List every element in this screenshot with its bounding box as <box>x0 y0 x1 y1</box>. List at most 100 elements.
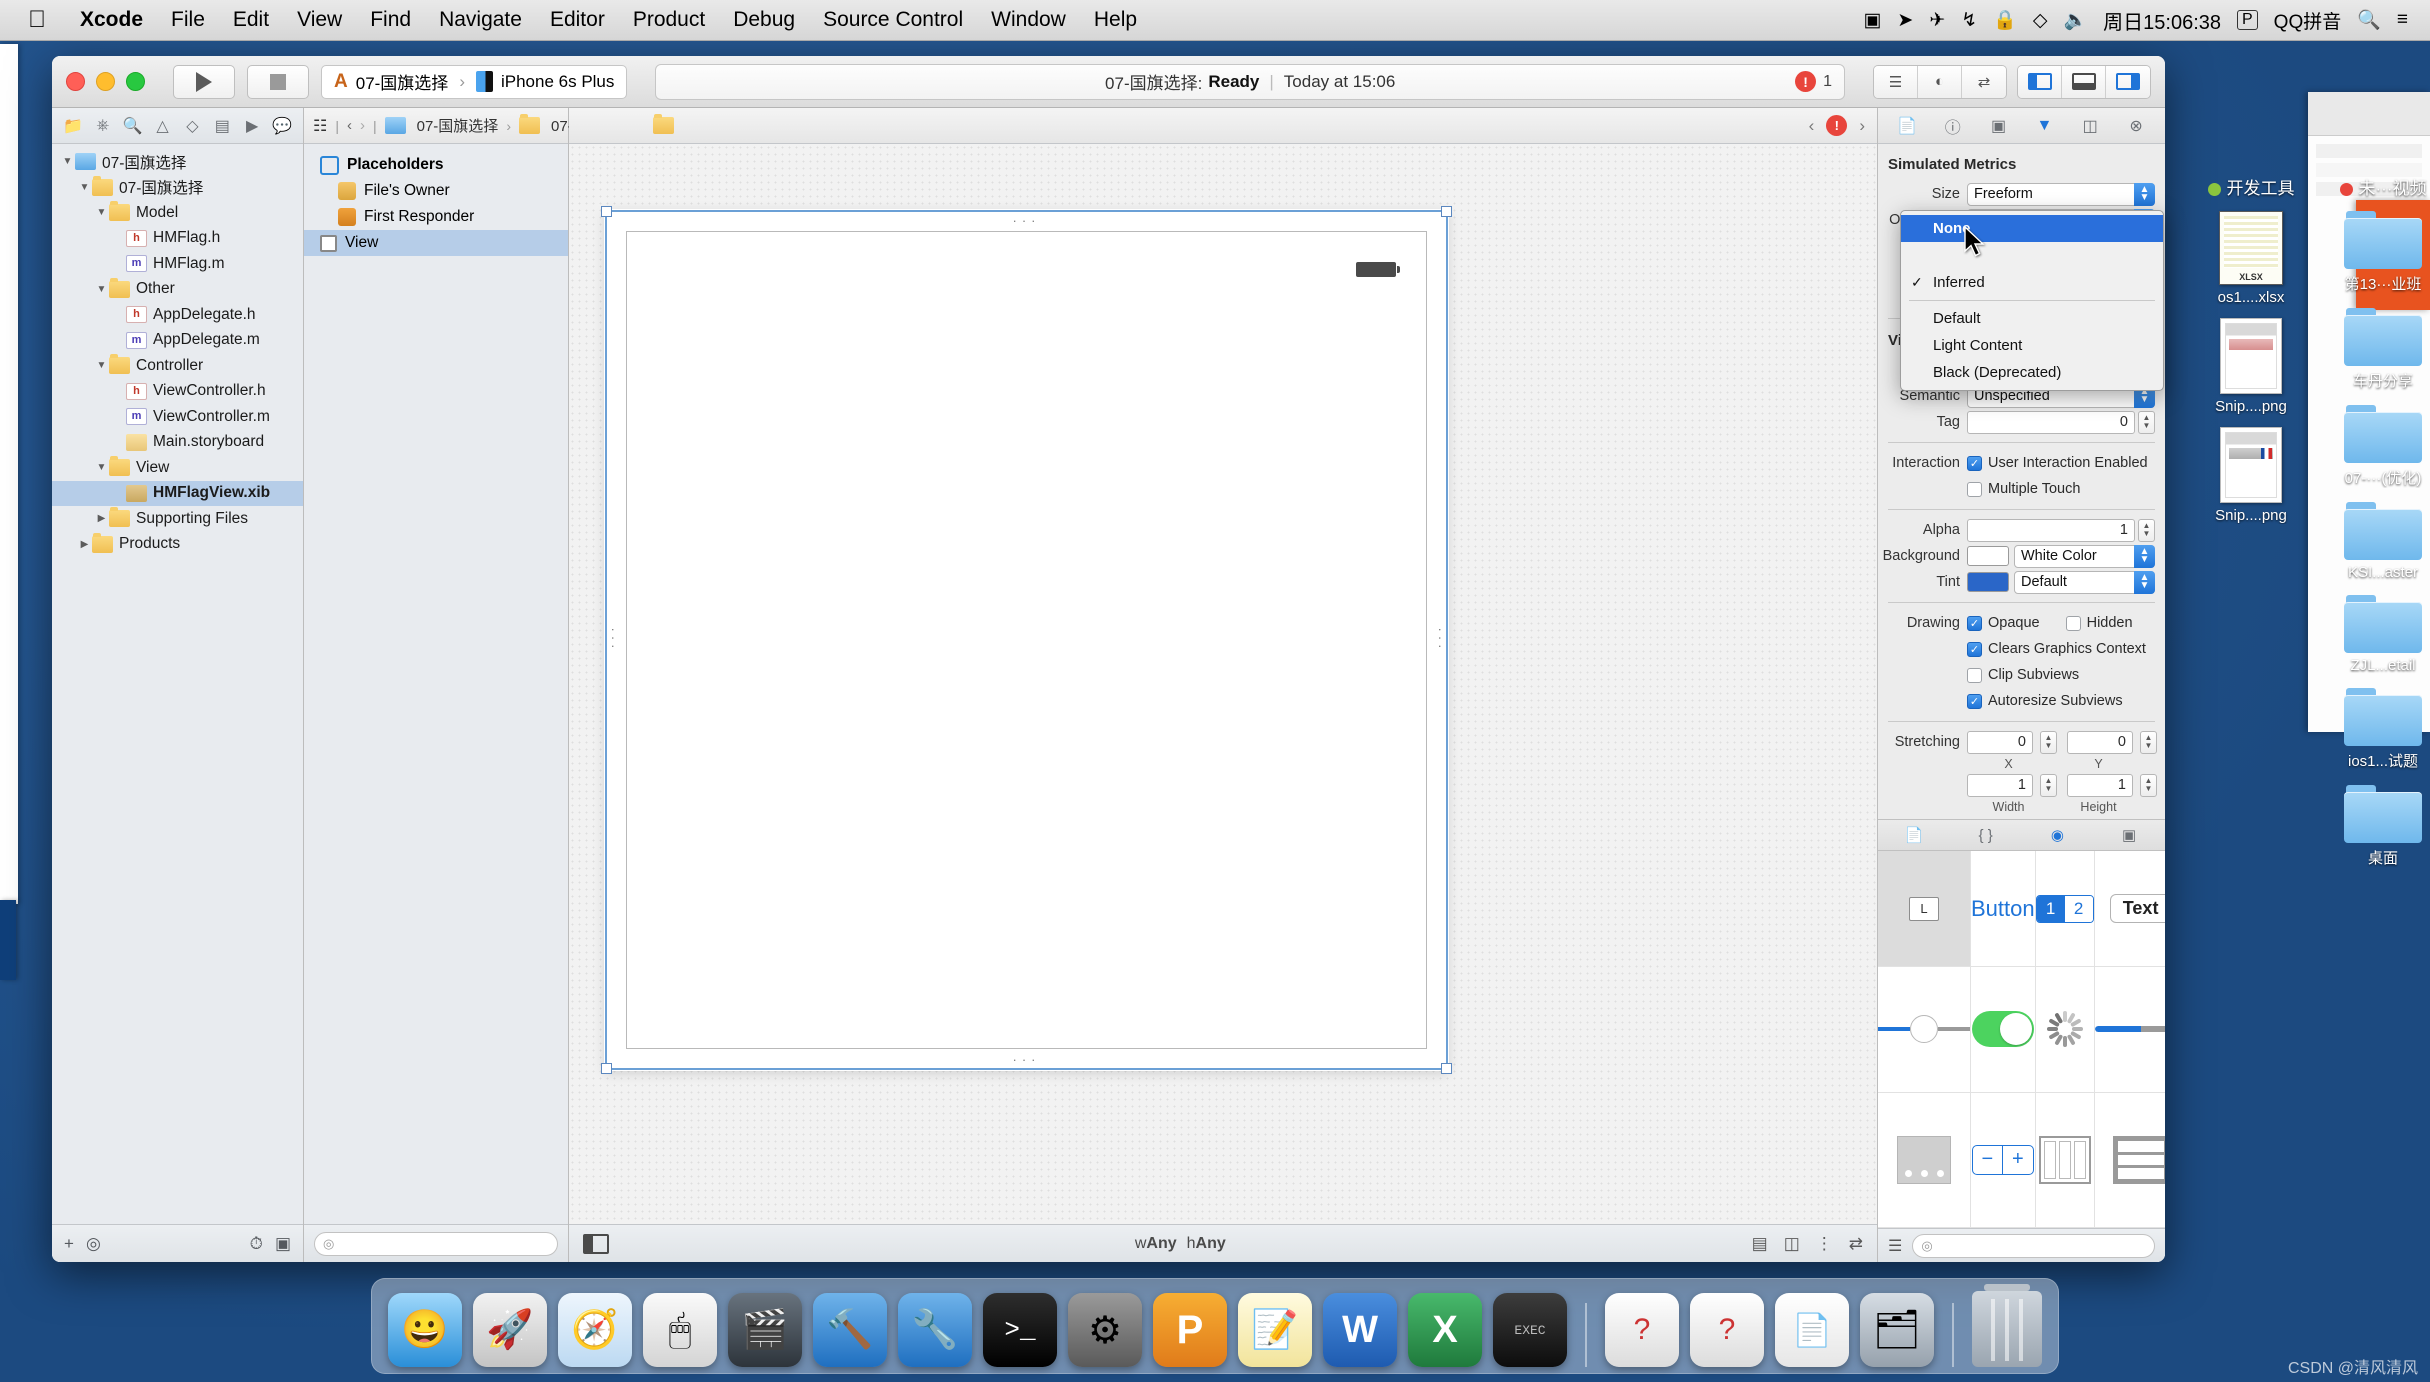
next-issue-button[interactable]: › <box>1859 116 1865 136</box>
breadcrumb-project[interactable]: 07-国旗选择 <box>384 115 498 136</box>
dock-item-terminal[interactable]: >_ <box>983 1293 1057 1367</box>
error-icon[interactable]: ! <box>1826 115 1848 136</box>
stretch-width-input[interactable]: 1 <box>1967 773 2033 797</box>
resize-handle-tr[interactable] <box>1441 206 1452 217</box>
background-color-swatch[interactable] <box>1967 546 2009 566</box>
root-view[interactable] <box>626 231 1427 1049</box>
desktop-tag-unfinished-video[interactable]: 未···视频 <box>2318 174 2430 199</box>
tab-breakpoint-navigator[interactable]: ▶ <box>237 108 267 143</box>
stretch-height-input[interactable]: 1 <box>2067 773 2133 797</box>
close-button[interactable] <box>66 72 85 91</box>
dock-item-safari[interactable]: 🧭 <box>558 1293 632 1367</box>
stretch-x-input[interactable]: 0 <box>1967 730 2033 754</box>
library-item-switch[interactable] <box>1971 967 2036 1093</box>
resize-handle-br[interactable] <box>1441 1063 1452 1074</box>
file-tree-row[interactable]: ▶ Products <box>52 532 303 558</box>
dock-item-sketch[interactable]: P <box>1153 1293 1227 1367</box>
desktop-icon-folder-zjl[interactable]: ZJL...etail <box>2318 595 2430 674</box>
library-item-button[interactable]: Button <box>1971 851 2036 968</box>
desktop-icon-folder-desktop[interactable]: 桌面 <box>2318 785 2430 868</box>
resize-handle-bottom[interactable]: ··· <box>1013 1053 1041 1066</box>
library-item-page-control[interactable] <box>1878 1092 1971 1228</box>
filter-button[interactable]: ◎ <box>86 1234 101 1254</box>
desktop-icon-xlsx[interactable]: XLSX os1....xlsx <box>2186 211 2316 306</box>
tab-source-control-navigator[interactable]: ⎈ <box>88 108 118 143</box>
volume-icon[interactable]: 🔈 <box>2063 8 2087 32</box>
wifi-icon[interactable]: ◇ <box>2033 9 2048 32</box>
pin-button[interactable]: ◫ <box>1784 1234 1800 1254</box>
library-item-segmented-control[interactable]: 12 <box>2035 851 2095 968</box>
input-source-badge[interactable]: P <box>2237 10 2258 30</box>
dock-item-excel[interactable]: X <box>1408 1293 1482 1367</box>
disclosure-triangle-open-icon[interactable]: ▼ <box>94 284 109 295</box>
location-arrow-icon[interactable]: ➤ <box>1897 9 1913 32</box>
size-popup-button[interactable]: Freeform ▲ ▼ <box>1967 182 2155 206</box>
library-item-activity-indicator[interactable] <box>2035 967 2095 1093</box>
library-item-slider[interactable] <box>1878 967 1971 1093</box>
file-tree-row[interactable]: ▼ Model <box>52 200 303 226</box>
status-bar-style-dropdown-menu[interactable]: None ✓ Inferred Default Light Content Bl… <box>1900 210 2164 391</box>
tab-project-navigator[interactable]: 📁 <box>58 108 88 143</box>
resize-handle-right[interactable]: ··· <box>1433 628 1448 653</box>
size-class-selector[interactable]: wAny hAny <box>1135 1235 1226 1253</box>
tag-input[interactable]: 0 <box>1967 410 2135 434</box>
resolve-auto-layout-button[interactable]: ⋮ <box>1816 1234 1833 1254</box>
tab-attributes-inspector[interactable]: ▼ <box>2021 117 2067 135</box>
related-files-icon[interactable]: ☷ <box>313 116 327 136</box>
library-item-label[interactable]: L <box>1878 851 1971 968</box>
menu-item-debug[interactable]: Debug <box>719 8 809 32</box>
tab-object-library[interactable]: ◉ <box>2022 826 2094 844</box>
object-library-grid[interactable]: L Button 12 Text − + <box>1878 851 2165 1228</box>
tab-file-inspector[interactable]: 📄 <box>1884 116 1930 136</box>
tab-code-snippet-library[interactable]: { } <box>1950 827 2022 844</box>
zoom-button[interactable] <box>126 72 145 91</box>
menu-item-edit[interactable]: Edit <box>219 8 283 32</box>
resize-handle-left[interactable]: ··· <box>606 628 621 653</box>
resizing-behavior-button[interactable]: ⇄ <box>1849 1234 1863 1254</box>
dock-item-xcode-beta[interactable]: 🔧 <box>898 1293 972 1367</box>
add-file-button[interactable]: + <box>64 1234 74 1254</box>
tab-report-navigator[interactable]: 💬 <box>267 108 297 143</box>
resize-handle-tl[interactable] <box>601 206 612 217</box>
version-editor-button[interactable]: ⇄ <box>1962 65 2006 98</box>
dropdown-item-black-deprecated[interactable]: Black (Deprecated) <box>1901 359 2163 386</box>
disclosure-triangle-open-icon[interactable]: ▼ <box>94 462 109 473</box>
desktop-icon-folder-class13[interactable]: 第13···业班 <box>2318 211 2430 294</box>
dock-item-downloads-stack[interactable]: 🗂 <box>1860 1293 1934 1367</box>
dock-item-quicktime[interactable]: 🎬 <box>728 1293 802 1367</box>
stop-button[interactable] <box>247 64 309 99</box>
library-filter-input[interactable]: ◎ <box>1912 1233 2155 1258</box>
tab-size-inspector[interactable]: ◫ <box>2067 116 2113 136</box>
file-tree-row[interactable]: HMFlagView.xib <box>52 480 303 506</box>
outline-row-files-owner[interactable]: File's Owner <box>304 178 568 204</box>
menu-item-help[interactable]: Help <box>1080 8 1151 32</box>
assistant-editor-button[interactable]: ◐ <box>1918 65 1962 98</box>
disclosure-triangle-open-icon[interactable]: ▼ <box>94 360 109 371</box>
disclosure-triangle-closed-icon[interactable]: ▶ <box>94 513 109 524</box>
dock-item-exec[interactable]: EXEC <box>1493 1293 1567 1367</box>
file-tree-row[interactable]: ▼ Other <box>52 277 303 303</box>
menu-item-view[interactable]: View <box>283 8 356 32</box>
menu-item-editor[interactable]: Editor <box>536 8 619 32</box>
stretch-y-stepper[interactable]: ▲ ▼ <box>2140 730 2157 754</box>
file-tree-row[interactable]: m HMFlag.m <box>52 251 303 277</box>
dock-item-xcode[interactable]: 🔨 <box>813 1293 887 1367</box>
menu-item-xcode[interactable]: Xcode <box>66 8 157 32</box>
alpha-input[interactable]: 1 <box>1967 518 2135 542</box>
dropdown-item-inferred[interactable]: ✓ Inferred <box>1901 269 2163 296</box>
menu-item-window[interactable]: Window <box>977 8 1080 32</box>
stretch-y-input[interactable]: 0 <box>2067 730 2133 754</box>
file-tree-row[interactable]: h AppDelegate.h <box>52 302 303 328</box>
tag-stepper[interactable]: ▲ ▼ <box>2138 410 2155 434</box>
dock-item-trash[interactable] <box>1972 1284 2042 1367</box>
tab-issue-navigator[interactable]: △ <box>148 108 178 143</box>
outline-filter-input[interactable]: ◎ <box>314 1231 558 1256</box>
tab-find-navigator[interactable]: 🔍 <box>118 108 148 143</box>
stretch-width-stepper[interactable]: ▲ ▼ <box>2040 773 2057 797</box>
background-window-left-blue[interactable] <box>0 900 16 980</box>
multiple-touch-checkbox[interactable] <box>1967 481 1982 497</box>
toggle-document-outline-button[interactable] <box>583 1233 609 1254</box>
clip-subviews-checkbox[interactable] <box>1967 667 1982 683</box>
file-tree-row[interactable]: m ViewController.m <box>52 404 303 430</box>
file-tree-row[interactable]: m AppDelegate.m <box>52 328 303 354</box>
